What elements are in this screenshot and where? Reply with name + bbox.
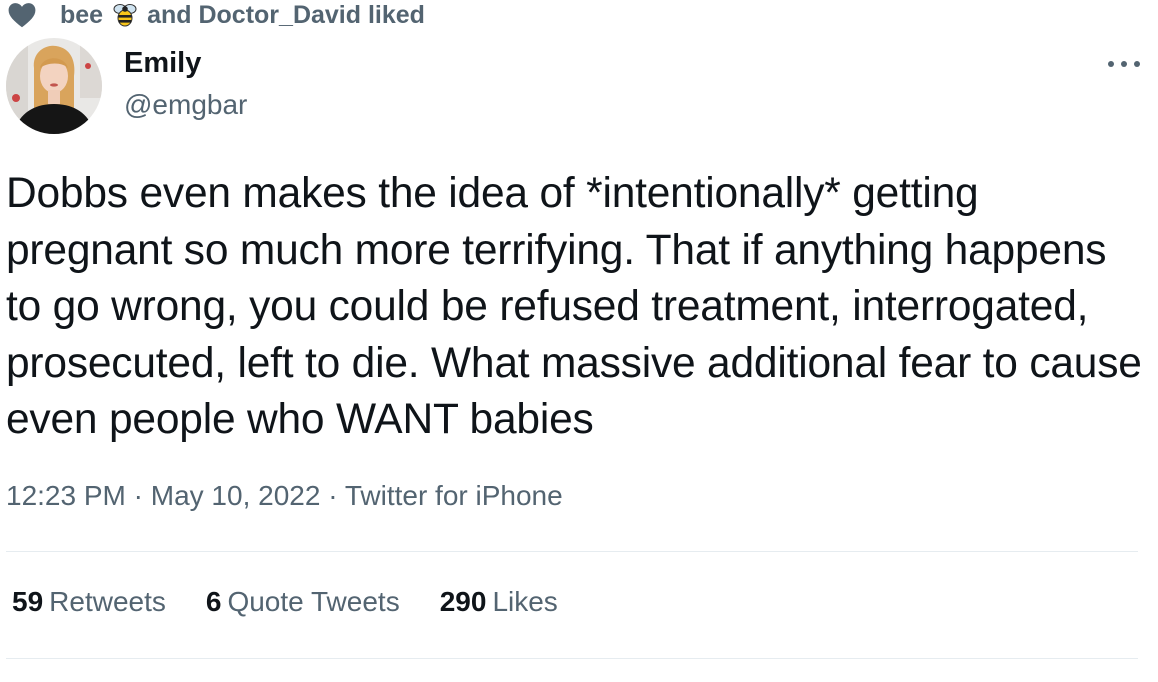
liker-name-bee[interactable]: bee [60,1,103,30]
tweet-meta: 12:23 PM · May 10, 2022 · Twitter for iP… [6,480,563,512]
likes-count: 290 [439,586,487,617]
avatar[interactable] [6,38,102,134]
meta-separator: · [133,480,143,511]
tweet-stats: 59 Retweets 6 Quote Tweets 290 Likes [12,586,598,618]
more-dots-icon [1108,61,1140,67]
tweet-date-link[interactable]: May 10, 2022 [151,480,321,511]
bee-emoji-icon [111,2,139,28]
meta-separator: · [328,480,338,511]
retweets-label: Retweets [49,586,166,617]
tweet-source-link[interactable]: Twitter for iPhone [345,480,563,511]
social-context: bee and Doctor_David liked [8,0,425,30]
quote-tweets-stat[interactable]: 6 Quote Tweets [206,586,400,618]
author-name[interactable]: Emily [124,47,201,80]
likes-stat[interactable]: 290 Likes [440,586,558,618]
author-handle[interactable]: @emgbar [124,89,247,121]
tweet-text: Dobbs even makes the idea of *intentiona… [6,170,1142,443]
retweets-stat[interactable]: 59 Retweets [12,586,166,618]
quote-tweets-count: 6 [205,586,222,617]
liked-context-text[interactable]: and Doctor_David liked [147,1,425,30]
heart-icon [8,1,38,29]
divider [6,551,1138,552]
tweet-time-link[interactable]: 12:23 PM [6,480,126,511]
likes-label: Likes [492,586,558,617]
more-options-button[interactable] [1104,52,1144,76]
quote-tweets-label: Quote Tweets [227,586,400,617]
divider [6,658,1138,659]
retweets-count: 59 [12,586,44,617]
